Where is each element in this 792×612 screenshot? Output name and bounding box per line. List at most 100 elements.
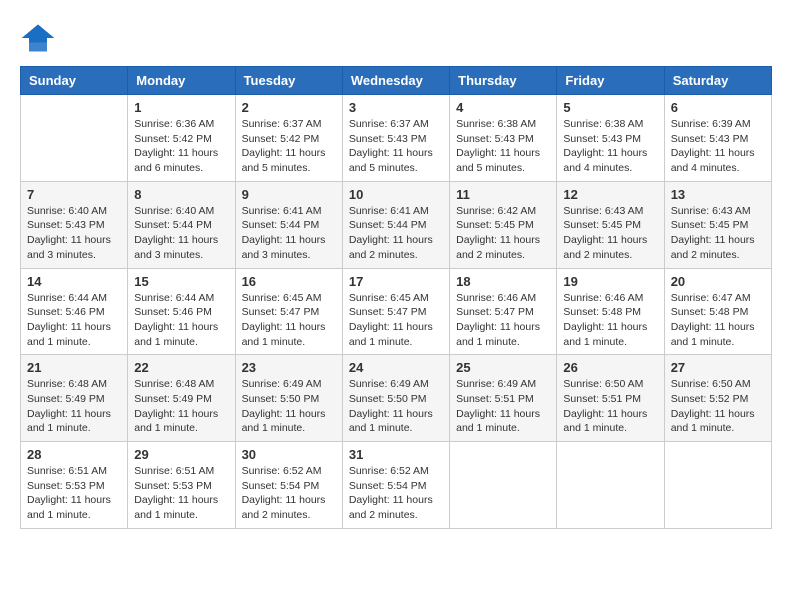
calendar-cell: 28Sunrise: 6:51 AM Sunset: 5:53 PM Dayli… [21, 442, 128, 529]
day-info: Sunrise: 6:46 AM Sunset: 5:48 PM Dayligh… [563, 291, 657, 350]
day-number: 29 [134, 447, 228, 462]
day-info: Sunrise: 6:47 AM Sunset: 5:48 PM Dayligh… [671, 291, 765, 350]
calendar-cell: 16 Sunrise: 6:45 AM Sunset: 5:47 PM Dayli… [235, 268, 342, 355]
calendar-cell: 21Sunrise: 6:48 AM Sunset: 5:49 PM Dayli… [21, 355, 128, 442]
day-info: Sunrise: 6:44 AM Sunset: 5:46 PM Dayligh… [134, 291, 228, 350]
calendar-cell: 6 Sunrise: 6:39 AM Sunset: 5:43 PM Daylig… [664, 95, 771, 182]
day-number: 7 [27, 187, 121, 202]
day-info: Sunrise: 6:40 AM Sunset: 5:44 PM Dayligh… [134, 204, 228, 263]
calendar-header-tuesday: Tuesday [235, 67, 342, 95]
day-info: Sunrise: 6:50 AM Sunset: 5:51 PM Dayligh… [563, 377, 657, 436]
calendar-cell: 24 Sunrise: 6:49 AM Sunset: 5:50 PM Dayli… [342, 355, 449, 442]
calendar-cell: 29 Sunrise: 6:51 AM Sunset: 5:53 PM Dayli… [128, 442, 235, 529]
calendar-header-sunday: Sunday [21, 67, 128, 95]
day-number: 5 [563, 100, 657, 115]
calendar-cell: 23 Sunrise: 6:49 AM Sunset: 5:50 PM Dayli… [235, 355, 342, 442]
day-number: 8 [134, 187, 228, 202]
calendar-cell: 1 Sunrise: 6:36 AM Sunset: 5:42 PM Daylig… [128, 95, 235, 182]
calendar-cell: 12 Sunrise: 6:43 AM Sunset: 5:45 PM Dayli… [557, 181, 664, 268]
calendar-header-wednesday: Wednesday [342, 67, 449, 95]
day-number: 30 [242, 447, 336, 462]
day-info: Sunrise: 6:46 AM Sunset: 5:47 PM Dayligh… [456, 291, 550, 350]
day-info: Sunrise: 6:42 AM Sunset: 5:45 PM Dayligh… [456, 204, 550, 263]
calendar-cell: 27Sunrise: 6:50 AM Sunset: 5:52 PM Dayli… [664, 355, 771, 442]
logo-icon [20, 20, 56, 56]
day-info: Sunrise: 6:49 AM Sunset: 5:50 PM Dayligh… [242, 377, 336, 436]
calendar-cell [450, 442, 557, 529]
day-info: Sunrise: 6:45 AM Sunset: 5:47 PM Dayligh… [242, 291, 336, 350]
calendar-week-row: 1 Sunrise: 6:36 AM Sunset: 5:42 PM Daylig… [21, 95, 772, 182]
calendar-cell: 19Sunrise: 6:46 AM Sunset: 5:48 PM Dayli… [557, 268, 664, 355]
day-number: 11 [456, 187, 550, 202]
calendar-cell: 17 Sunrise: 6:45 AM Sunset: 5:47 PM Dayli… [342, 268, 449, 355]
day-info: Sunrise: 6:49 AM Sunset: 5:50 PM Dayligh… [349, 377, 443, 436]
calendar-cell: 15 Sunrise: 6:44 AM Sunset: 5:46 PM Dayli… [128, 268, 235, 355]
day-number: 15 [134, 274, 228, 289]
day-info: Sunrise: 6:38 AM Sunset: 5:43 PM Dayligh… [563, 117, 657, 176]
calendar-cell: 5 Sunrise: 6:38 AM Sunset: 5:43 PM Daylig… [557, 95, 664, 182]
calendar-week-row: 21Sunrise: 6:48 AM Sunset: 5:49 PM Dayli… [21, 355, 772, 442]
day-info: Sunrise: 6:43 AM Sunset: 5:45 PM Dayligh… [563, 204, 657, 263]
calendar-cell: 8 Sunrise: 6:40 AM Sunset: 5:44 PM Daylig… [128, 181, 235, 268]
calendar-week-row: 28Sunrise: 6:51 AM Sunset: 5:53 PM Dayli… [21, 442, 772, 529]
day-info: Sunrise: 6:51 AM Sunset: 5:53 PM Dayligh… [134, 464, 228, 523]
calendar-cell: 3 Sunrise: 6:37 AM Sunset: 5:43 PM Daylig… [342, 95, 449, 182]
calendar-cell [557, 442, 664, 529]
calendar-cell: 25Sunrise: 6:49 AM Sunset: 5:51 PM Dayli… [450, 355, 557, 442]
day-info: Sunrise: 6:36 AM Sunset: 5:42 PM Dayligh… [134, 117, 228, 176]
day-number: 25 [456, 360, 550, 375]
calendar-cell: 7 Sunrise: 6:40 AM Sunset: 5:43 PM Daylig… [21, 181, 128, 268]
day-number: 20 [671, 274, 765, 289]
calendar-cell: 13 Sunrise: 6:43 AM Sunset: 5:45 PM Dayli… [664, 181, 771, 268]
day-info: Sunrise: 6:52 AM Sunset: 5:54 PM Dayligh… [349, 464, 443, 523]
calendar-cell: 14 Sunrise: 6:44 AM Sunset: 5:46 PM Dayli… [21, 268, 128, 355]
day-number: 14 [27, 274, 121, 289]
logo [20, 20, 60, 56]
day-number: 31 [349, 447, 443, 462]
day-info: Sunrise: 6:40 AM Sunset: 5:43 PM Dayligh… [27, 204, 121, 263]
calendar-table: SundayMondayTuesdayWednesdayThursdayFrid… [20, 66, 772, 529]
day-number: 27 [671, 360, 765, 375]
calendar-cell: 20 Sunrise: 6:47 AM Sunset: 5:48 PM Dayli… [664, 268, 771, 355]
day-info: Sunrise: 6:37 AM Sunset: 5:43 PM Dayligh… [349, 117, 443, 176]
calendar-header-thursday: Thursday [450, 67, 557, 95]
day-number: 16 [242, 274, 336, 289]
day-info: Sunrise: 6:41 AM Sunset: 5:44 PM Dayligh… [349, 204, 443, 263]
day-info: Sunrise: 6:38 AM Sunset: 5:43 PM Dayligh… [456, 117, 550, 176]
calendar-cell: 11 Sunrise: 6:42 AM Sunset: 5:45 PM Dayli… [450, 181, 557, 268]
day-info: Sunrise: 6:48 AM Sunset: 5:49 PM Dayligh… [134, 377, 228, 436]
day-number: 9 [242, 187, 336, 202]
day-info: Sunrise: 6:37 AM Sunset: 5:42 PM Dayligh… [242, 117, 336, 176]
calendar-cell: 22 Sunrise: 6:48 AM Sunset: 5:49 PM Dayli… [128, 355, 235, 442]
day-number: 17 [349, 274, 443, 289]
day-number: 13 [671, 187, 765, 202]
day-info: Sunrise: 6:41 AM Sunset: 5:44 PM Dayligh… [242, 204, 336, 263]
day-number: 3 [349, 100, 443, 115]
calendar-cell: 4 Sunrise: 6:38 AM Sunset: 5:43 PM Daylig… [450, 95, 557, 182]
day-number: 4 [456, 100, 550, 115]
day-number: 12 [563, 187, 657, 202]
day-number: 10 [349, 187, 443, 202]
page-header [20, 20, 772, 56]
day-number: 6 [671, 100, 765, 115]
day-info: Sunrise: 6:51 AM Sunset: 5:53 PM Dayligh… [27, 464, 121, 523]
day-info: Sunrise: 6:43 AM Sunset: 5:45 PM Dayligh… [671, 204, 765, 263]
day-number: 23 [242, 360, 336, 375]
day-number: 18 [456, 274, 550, 289]
day-number: 1 [134, 100, 228, 115]
calendar-header-friday: Friday [557, 67, 664, 95]
calendar-cell [21, 95, 128, 182]
day-info: Sunrise: 6:44 AM Sunset: 5:46 PM Dayligh… [27, 291, 121, 350]
day-number: 24 [349, 360, 443, 375]
day-info: Sunrise: 6:52 AM Sunset: 5:54 PM Dayligh… [242, 464, 336, 523]
calendar-cell: 18 Sunrise: 6:46 AM Sunset: 5:47 PM Dayli… [450, 268, 557, 355]
calendar-week-row: 14 Sunrise: 6:44 AM Sunset: 5:46 PM Dayli… [21, 268, 772, 355]
day-info: Sunrise: 6:45 AM Sunset: 5:47 PM Dayligh… [349, 291, 443, 350]
calendar-cell [664, 442, 771, 529]
calendar-week-row: 7 Sunrise: 6:40 AM Sunset: 5:43 PM Daylig… [21, 181, 772, 268]
calendar-header-saturday: Saturday [664, 67, 771, 95]
calendar-cell: 26Sunrise: 6:50 AM Sunset: 5:51 PM Dayli… [557, 355, 664, 442]
day-number: 22 [134, 360, 228, 375]
day-info: Sunrise: 6:39 AM Sunset: 5:43 PM Dayligh… [671, 117, 765, 176]
day-number: 2 [242, 100, 336, 115]
